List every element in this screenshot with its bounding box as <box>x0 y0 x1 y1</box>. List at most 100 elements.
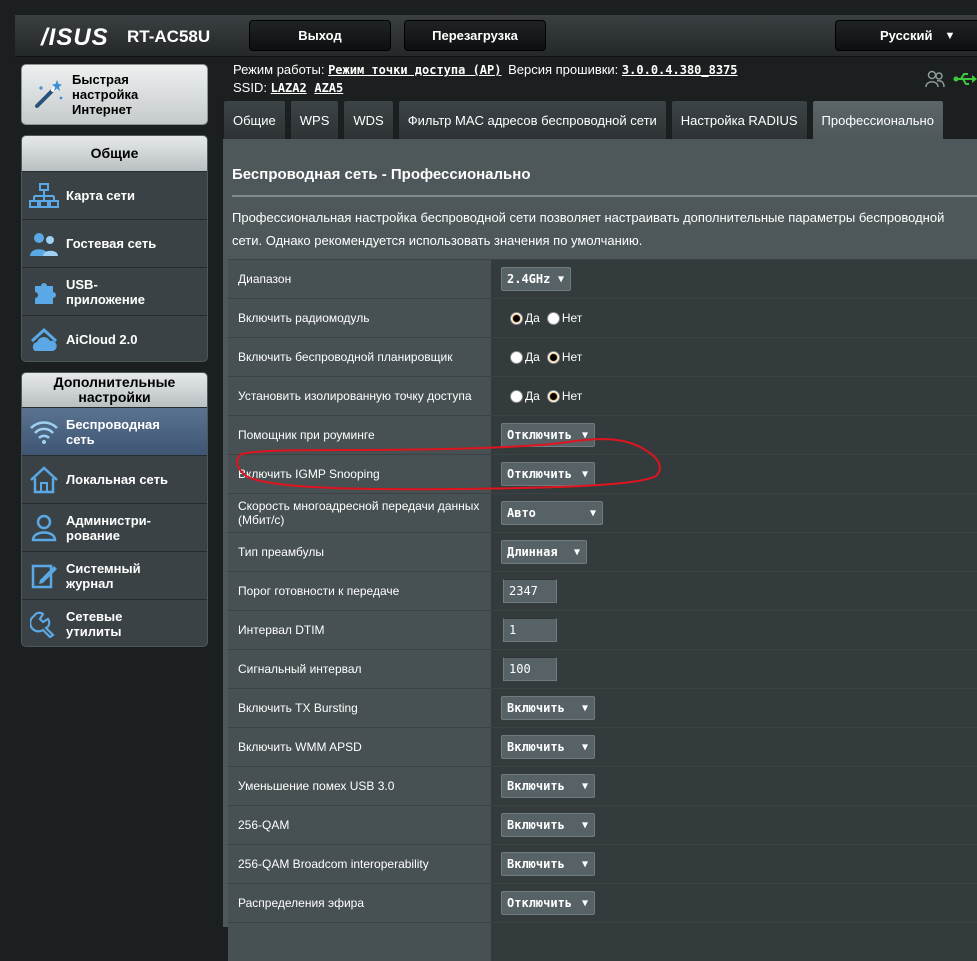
setting-row-multicast-rate: Скорость многоадресной передачи данных (… <box>228 493 977 532</box>
setting-label: Сигнальный интервал <box>228 650 491 688</box>
setting-row-airtime: Распределения эфира Отключить ▼ <box>228 883 977 922</box>
select-value: Отключить <box>507 896 573 910</box>
usb-app-icon <box>22 268 66 315</box>
usb3-interference-select[interactable]: Включить ▼ <box>501 774 595 798</box>
firmware-label: Версия прошивки: <box>508 62 619 77</box>
setting-label: Включить WMM APSD <box>228 728 491 766</box>
sidebar-item-label: Сетевые утилиты <box>66 608 123 639</box>
radio-yes-label: Да <box>525 389 540 403</box>
setting-row-preamble: Тип преамбулы Длинная ▼ <box>228 532 977 571</box>
radio-no[interactable] <box>546 311 560 325</box>
igmp-select[interactable]: Отключить ▼ <box>501 462 595 486</box>
setting-label-empty <box>228 923 491 961</box>
ssid-link-2[interactable]: AZA5 <box>314 81 343 95</box>
radio-no[interactable] <box>546 350 560 364</box>
sidebar-item-network-map[interactable]: Карта сети <box>22 171 207 219</box>
setting-label: Диапазон <box>228 260 491 298</box>
chevron-down-icon: ▼ <box>557 273 564 285</box>
quick-setup-label: Быстрая настройка Интернет <box>72 72 139 117</box>
setting-row-roaming: Помощник при роуминге Отключить ▼ <box>228 415 977 454</box>
setting-row-rts: Порог готовности к передаче 2347 <box>228 571 977 610</box>
sidebar-item-label: Администри-рование <box>66 512 151 543</box>
firmware-link[interactable]: 3.0.0.4.380_8375 <box>622 63 738 77</box>
setting-row-igmp: Включить IGMP Snooping Отключить ▼ <box>228 454 977 493</box>
sidebar-item-network-tools[interactable]: Сетевые утилиты <box>22 599 207 646</box>
radio-no-label: Нет <box>561 389 583 403</box>
tab-general[interactable]: Общие <box>223 100 286 139</box>
setting-row-256qam: 256-QAM Включить ▼ <box>228 805 977 844</box>
multicast-rate-select[interactable]: Авто ▼ <box>501 501 603 525</box>
sidebar-item-label: Локальная сеть <box>66 472 168 487</box>
lan-home-icon <box>22 456 66 503</box>
reboot-button[interactable]: Перезагрузка <box>404 20 546 51</box>
logout-button[interactable]: Выход <box>249 20 391 51</box>
setting-label: Распределения эфира <box>228 884 491 922</box>
tab-wps[interactable]: WPS <box>289 100 340 139</box>
airtime-fairness-select[interactable]: Отключить ▼ <box>501 891 595 915</box>
select-value: Включить <box>507 740 565 754</box>
beacon-interval-input[interactable]: 100 <box>503 657 557 681</box>
chevron-down-icon: ▼ <box>581 897 588 909</box>
tx-bursting-select[interactable]: Включить ▼ <box>501 696 595 720</box>
guest-network-icon <box>22 220 66 267</box>
setting-row-ap-isolation: Установить изолированную точку доступа Д… <box>228 376 977 415</box>
radio-no[interactable] <box>546 389 560 403</box>
quick-internet-setup[interactable]: Быстрая настройка Интернет <box>21 64 208 125</box>
dtim-interval-input[interactable]: 1 <box>503 618 557 642</box>
radio-yes[interactable] <box>510 350 523 364</box>
select-value: Отключить <box>507 428 573 442</box>
tab-mac-filter[interactable]: Фильтр MAC адресов беспроводной сети <box>397 100 667 139</box>
roaming-select[interactable]: Отключить ▼ <box>501 423 595 447</box>
sidebar-item-label: Карта сети <box>66 188 135 203</box>
setting-label: Уменьшение помех USB 3.0 <box>228 767 491 805</box>
tab-radius[interactable]: Настройка RADIUS <box>670 100 808 139</box>
setting-row-dtim: Интервал DTIM 1 <box>228 610 977 649</box>
setting-row-wmm-apsd: Включить WMM APSD Включить ▼ <box>228 727 977 766</box>
page-description: Профессиональная настройка беспроводной … <box>232 210 945 248</box>
sidebar-item-system-log[interactable]: Системный журнал <box>22 551 207 599</box>
sidebar-item-lan[interactable]: Локальная сеть <box>22 455 207 503</box>
sidebar-item-usb-app[interactable]: USB-приложение <box>22 267 207 315</box>
tab-professional[interactable]: Профессионально <box>811 100 944 139</box>
ssid-link-1[interactable]: LAZA2 <box>271 81 307 95</box>
sidebar-item-label: AiCloud 2.0 <box>66 332 138 347</box>
language-select[interactable]: Русский ▼ <box>835 20 977 51</box>
usb-status-icon[interactable] <box>953 70 977 93</box>
sidebar-item-wireless[interactable]: Беспроводная сеть <box>22 407 207 455</box>
page-title: Беспроводная сеть - Профессионально <box>232 166 531 183</box>
radio-yes[interactable] <box>510 389 523 403</box>
brand-logo: /ISUS <box>41 24 109 51</box>
wireless-icon <box>22 408 66 455</box>
tab-wds[interactable]: WDS <box>343 100 394 139</box>
select-value: Включить <box>507 779 565 793</box>
rts-threshold-input[interactable]: 2347 <box>503 579 557 603</box>
clients-icon[interactable] <box>925 70 945 93</box>
router-model: RT-AC58U <box>127 27 211 46</box>
radio-no-label: Нет <box>561 350 583 364</box>
mode-link[interactable]: Режим точки доступа (AP) <box>328 63 501 77</box>
ssid-label: SSID: <box>233 80 267 95</box>
wmm-apsd-select[interactable]: Включить ▼ <box>501 735 595 759</box>
magic-wand-icon <box>28 75 68 115</box>
sidebar-item-guest-network[interactable]: Гостевая сеть <box>22 219 207 267</box>
general-menu-title: Общие <box>22 136 207 171</box>
radio-yes-label: Да <box>525 350 540 364</box>
setting-row-scheduler: Включить беспроводной планировщик Да Нет <box>228 337 977 376</box>
qam256-interop-select[interactable]: Включить ▼ <box>501 852 595 876</box>
chevron-down-icon: ▼ <box>581 702 588 714</box>
sidebar-item-label: USB-приложение <box>66 276 145 307</box>
radio-yes[interactable] <box>510 311 523 325</box>
setting-label: Тип преамбулы <box>228 533 491 571</box>
sidebar-item-administration[interactable]: Администри-рование <box>22 503 207 551</box>
setting-row-256qam-interop: 256-QAM Broadcom interoperability Включи… <box>228 844 977 883</box>
tab-bar: Общие WPS WDS Фильтр MAC адресов беспров… <box>223 100 944 139</box>
settings-table: Диапазон 2.4GHz ▼ Включить радиомодуль Да… <box>228 259 977 961</box>
network-tools-icon <box>22 600 66 646</box>
sidebar-item-aicloud[interactable]: AiCloud 2.0 <box>22 315 207 361</box>
chevron-down-icon: ▼ <box>581 429 588 441</box>
band-select[interactable]: 2.4GHz ▼ <box>501 267 571 291</box>
qam256-select[interactable]: Включить ▼ <box>501 813 595 837</box>
mode-label: Режим работы: <box>233 62 325 77</box>
chevron-down-icon: ▼ <box>573 546 580 558</box>
preamble-select[interactable]: Длинная ▼ <box>501 540 587 564</box>
